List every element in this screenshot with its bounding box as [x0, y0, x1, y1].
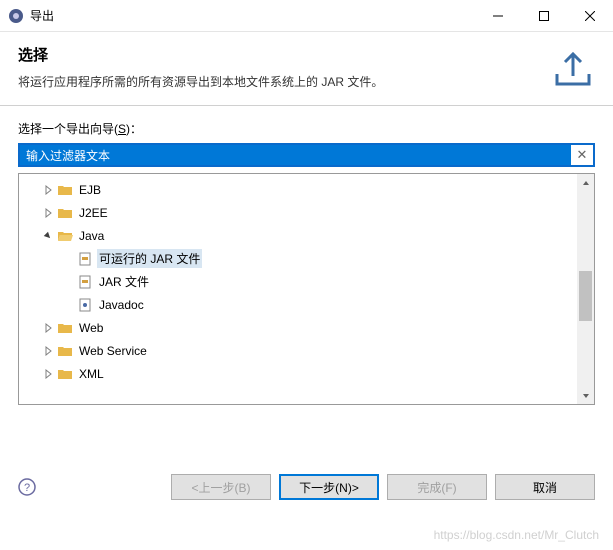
- wizard-tree[interactable]: EJB J2EE Java 可运行的 JAR 文件 JAR 文件 Javadoc Web We…: [19, 174, 577, 404]
- tree-item-label: 可运行的 JAR 文件: [97, 249, 202, 268]
- folder-icon: [57, 366, 73, 382]
- tree-item[interactable]: EJB: [19, 178, 577, 201]
- close-button[interactable]: [567, 0, 613, 32]
- minimize-button[interactable]: [475, 0, 521, 32]
- filter-input[interactable]: [20, 145, 571, 165]
- wizard-header: 选择 将运行应用程序所需的所有资源导出到本地文件系统上的 JAR 文件。: [0, 32, 613, 105]
- jar-icon: [77, 274, 93, 290]
- folder-icon: [57, 182, 73, 198]
- tree-item-label: XML: [77, 366, 106, 382]
- folder-icon: [57, 320, 73, 336]
- tree-item[interactable]: XML: [19, 362, 577, 385]
- tree-item-label: Web Service: [77, 343, 149, 359]
- scroll-up-icon[interactable]: [577, 174, 594, 191]
- folder-open-icon: [57, 228, 73, 244]
- scroll-thumb[interactable]: [579, 271, 592, 321]
- expander-spacer: [61, 298, 75, 312]
- titlebar: 导出: [0, 0, 613, 32]
- jar-icon: [77, 251, 93, 267]
- tree-container: EJB J2EE Java 可运行的 JAR 文件 JAR 文件 Javadoc Web We…: [18, 173, 595, 405]
- content-area: 选择一个导出向导(S)： ✕ EJB J2EE Java 可运行的 JAR 文件 JAR…: [0, 106, 613, 419]
- tree-item-label: Web: [77, 320, 105, 336]
- tree-item-label: J2EE: [77, 205, 110, 221]
- next-button[interactable]: 下一步(N)>: [279, 474, 379, 500]
- expander-icon[interactable]: [41, 344, 55, 358]
- scrollbar[interactable]: [577, 174, 594, 404]
- tree-item[interactable]: Web Service: [19, 339, 577, 362]
- filter-row: ✕: [18, 143, 595, 167]
- scroll-track[interactable]: [577, 191, 594, 387]
- expander-icon[interactable]: [41, 229, 55, 243]
- app-icon: [8, 8, 24, 24]
- window-title: 导出: [30, 7, 475, 24]
- maximize-button[interactable]: [521, 0, 567, 32]
- folder-icon: [57, 205, 73, 221]
- export-icon: [551, 44, 595, 93]
- page-description: 将运行应用程序所需的所有资源导出到本地文件系统上的 JAR 文件。: [18, 73, 383, 90]
- expander-icon[interactable]: [41, 367, 55, 381]
- tree-item[interactable]: Javadoc: [19, 293, 577, 316]
- tree-item-label: JAR 文件: [97, 272, 151, 291]
- svg-text:?: ?: [24, 482, 30, 494]
- folder-icon: [57, 343, 73, 359]
- expander-spacer: [61, 252, 75, 266]
- tree-item[interactable]: 可运行的 JAR 文件: [19, 247, 577, 270]
- page-title: 选择: [18, 44, 383, 65]
- cancel-button[interactable]: 取消: [495, 474, 595, 500]
- tree-item[interactable]: Java: [19, 224, 577, 247]
- expander-spacer: [61, 275, 75, 289]
- expander-icon[interactable]: [41, 183, 55, 197]
- clear-filter-icon[interactable]: ✕: [571, 147, 593, 163]
- finish-button[interactable]: 完成(F): [387, 474, 487, 500]
- tree-item[interactable]: Web: [19, 316, 577, 339]
- help-icon[interactable]: ?: [18, 478, 36, 496]
- button-bar: ? <上一步(B) 下一步(N)> 完成(F) 取消: [0, 460, 613, 514]
- tree-item[interactable]: J2EE: [19, 201, 577, 224]
- tree-item-label: EJB: [77, 182, 103, 198]
- select-prompt: 选择一个导出向导(S)：: [18, 120, 595, 137]
- tree-item[interactable]: JAR 文件: [19, 270, 577, 293]
- doc-icon: [77, 297, 93, 313]
- watermark: https://blog.csdn.net/Mr_Clutch: [434, 528, 599, 542]
- expander-icon[interactable]: [41, 321, 55, 335]
- expander-icon[interactable]: [41, 206, 55, 220]
- tree-item-label: Java: [77, 228, 106, 244]
- scroll-down-icon[interactable]: [577, 387, 594, 404]
- tree-item-label: Javadoc: [97, 297, 146, 313]
- back-button[interactable]: <上一步(B): [171, 474, 271, 500]
